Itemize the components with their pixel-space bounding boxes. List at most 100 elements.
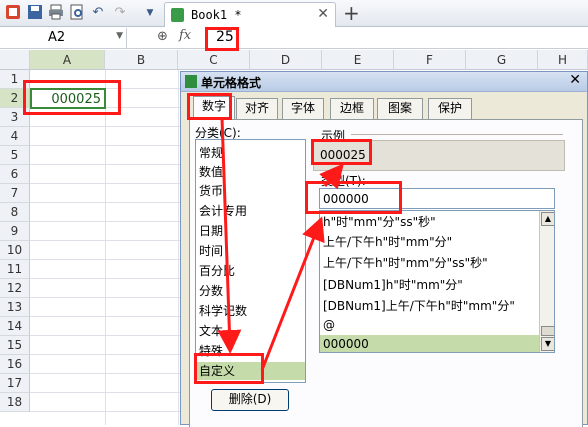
grid-line [105, 70, 106, 425]
row-header-12[interactable]: 12 [0, 279, 30, 298]
list-item[interactable]: [DBNum1]上午/下午h"时"mm"分" [323, 297, 515, 314]
grid-line [30, 335, 180, 336]
spreadsheet-icon [171, 8, 184, 22]
row-header-7[interactable]: 7 [0, 184, 30, 203]
list-item[interactable]: 分数 [199, 282, 223, 299]
scroll-thumb[interactable] [541, 326, 554, 336]
column-header-b[interactable]: B [105, 50, 178, 70]
list-item[interactable]: 科学记数 [199, 302, 247, 319]
tab-title: Book1 * [191, 8, 242, 22]
save-icon[interactable] [26, 4, 44, 22]
zoom-icon[interactable]: ⊕ [157, 29, 168, 44]
grid-line [30, 126, 180, 127]
print-icon[interactable] [47, 4, 65, 22]
list-item[interactable]: 常规 [199, 144, 223, 161]
grid-line [30, 183, 180, 184]
close-icon[interactable]: ✕ [569, 72, 581, 88]
list-item[interactable]: 百分比 [199, 262, 235, 279]
column-header-e[interactable]: E [322, 50, 394, 70]
divider [351, 134, 563, 135]
scroll-down-icon[interactable]: ▼ [541, 337, 554, 351]
chevron-down-icon[interactable]: ▼ [116, 31, 123, 41]
column-header-f[interactable]: F [394, 50, 466, 70]
row-header-17[interactable]: 17 [0, 374, 30, 393]
row-header-14[interactable]: 14 [0, 317, 30, 336]
grid-line [30, 373, 180, 374]
row-header-5[interactable]: 5 [0, 146, 30, 165]
list-item[interactable]: 上午/下午h"时"mm"分" [323, 233, 452, 250]
list-item[interactable]: 日期 [199, 222, 223, 239]
list-item-selected[interactable]: 000000 [320, 335, 539, 352]
fx-icon[interactable]: fx [179, 28, 191, 43]
grid-line [30, 392, 180, 393]
row-header-15[interactable]: 15 [0, 336, 30, 355]
annotation-highlight [23, 80, 121, 115]
select-all-corner[interactable] [0, 50, 30, 70]
print-preview-icon[interactable] [68, 4, 86, 22]
row-header-6[interactable]: 6 [0, 165, 30, 184]
annotation-highlight [311, 139, 372, 165]
list-item[interactable]: 数值 [199, 163, 223, 180]
row-header-18[interactable]: 18 [0, 393, 30, 412]
row-header-4[interactable]: 4 [0, 127, 30, 146]
dialog-title-bar: 单元格格式 ✕ [181, 72, 587, 92]
close-icon[interactable]: ✕ [317, 6, 329, 22]
grid-line [178, 70, 179, 425]
list-item[interactable]: 文本 [199, 322, 223, 339]
cell-reference: A2 [48, 30, 66, 45]
column-header-a[interactable]: A [30, 50, 105, 70]
dialog-title: 单元格格式 [201, 76, 262, 90]
list-item[interactable]: 货币 [199, 182, 223, 199]
undo-icon[interactable]: ↶ [89, 4, 107, 22]
app-logo-icon[interactable] [4, 4, 22, 22]
grid-line [30, 354, 180, 355]
list-item[interactable]: 上午/下午h"时"mm"分"ss"秒" [323, 254, 488, 271]
category-list[interactable]: 常规 数值 货币 会计专用 日期 时间 百分比 分数 科学记数 文本 特殊 自定… [195, 139, 306, 383]
column-header-d[interactable]: D [250, 50, 322, 70]
grid-line [30, 240, 180, 241]
delete-button[interactable]: 删除(D) [211, 389, 289, 411]
row-header-13[interactable]: 13 [0, 298, 30, 317]
column-header-g[interactable]: G [466, 50, 538, 70]
annotation-highlight [194, 353, 264, 384]
tab-alignment[interactable]: 对齐 [236, 98, 278, 119]
list-item[interactable]: 时间 [199, 242, 223, 259]
grid-line [30, 259, 180, 260]
row-header-10[interactable]: 10 [0, 241, 30, 260]
grid-line [30, 411, 180, 412]
scrollbar[interactable]: ▲ ▼ [539, 211, 554, 352]
list-item[interactable]: h"时"mm"分"ss"秒" [323, 213, 436, 230]
workbook-tab[interactable]: Book1 * ✕ [164, 2, 336, 27]
tab-protection[interactable]: 保护 [428, 98, 472, 119]
dropdown-arrow-icon[interactable]: ▼ [141, 4, 159, 22]
grid-line [30, 278, 180, 279]
grid-line [30, 202, 180, 203]
list-item[interactable]: @ [323, 318, 335, 332]
new-tab-button[interactable]: + [343, 1, 360, 25]
grid-line [30, 164, 180, 165]
redo-icon[interactable]: ↷ [111, 4, 129, 22]
annotation-highlight [187, 93, 232, 120]
list-item[interactable]: 会计专用 [199, 202, 247, 219]
grid-line [30, 316, 180, 317]
name-box[interactable]: A2 ▼ [0, 28, 127, 48]
row-header-16[interactable]: 16 [0, 355, 30, 374]
grid-line [30, 221, 180, 222]
list-item[interactable]: [DBNum1]h"时"mm"分" [323, 276, 463, 293]
row-header-11[interactable]: 11 [0, 260, 30, 279]
row-header-9[interactable]: 9 [0, 222, 30, 241]
column-header-h[interactable]: H [538, 50, 588, 70]
column-header-c[interactable]: C [178, 50, 250, 70]
annotation-highlight [205, 27, 239, 51]
tab-font[interactable]: 字体 [282, 98, 324, 119]
formula-bar: A2 ▼ ⊕ fx 25 [0, 27, 588, 49]
scroll-up-icon[interactable]: ▲ [541, 212, 554, 226]
quick-access-toolbar: ↶ ↷ ▼ Book1 * ✕ + [0, 0, 588, 27]
tab-pattern[interactable]: 图案 [377, 98, 423, 119]
annotation-highlight [305, 181, 402, 214]
row-header-8[interactable]: 8 [0, 203, 30, 222]
grid-line [30, 145, 180, 146]
format-list[interactable]: h"时"mm"分"ss"秒" 上午/下午h"时"mm"分" 上午/下午h"时"m… [319, 210, 555, 353]
tab-border[interactable]: 边框 [330, 98, 374, 119]
app-logo-icon [185, 75, 197, 88]
